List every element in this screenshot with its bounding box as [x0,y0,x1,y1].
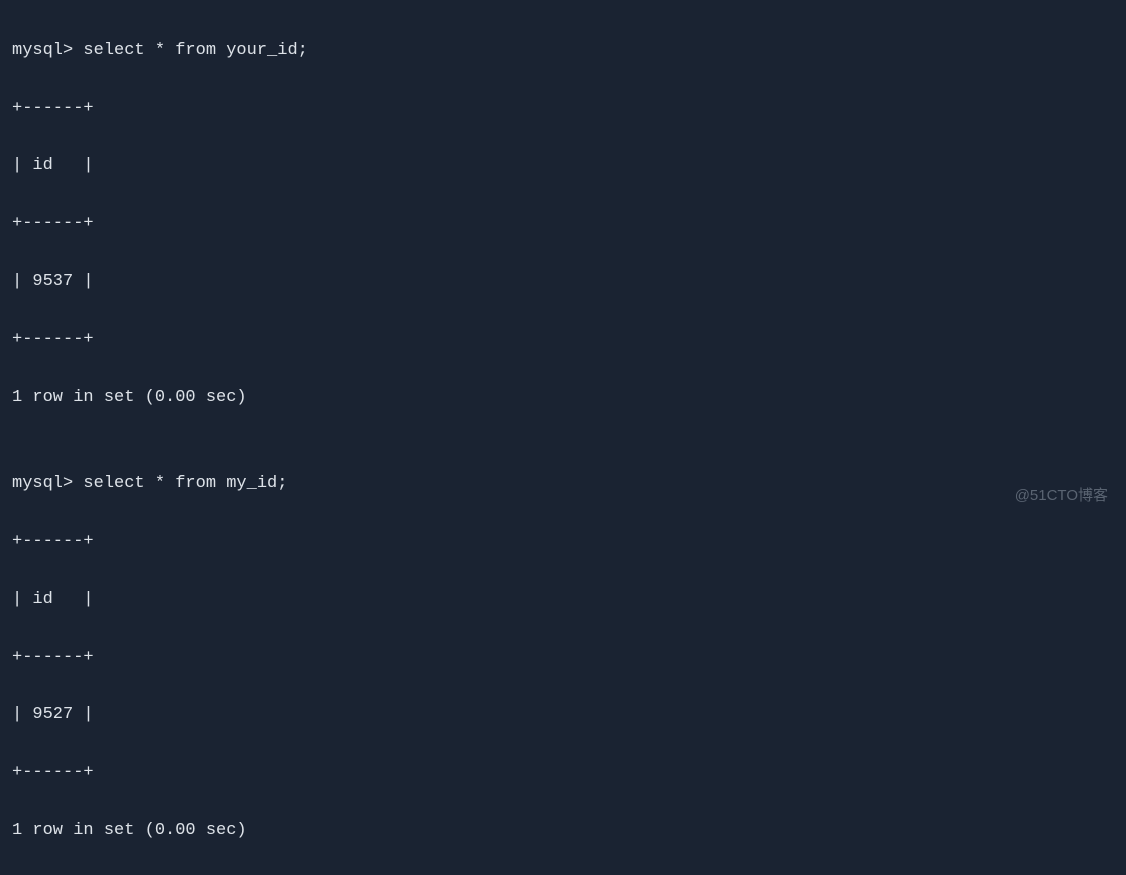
terminal-line: +------+ [12,759,1114,788]
terminal-line: mysql> select * from your_id; [12,37,1114,66]
terminal-line: +------+ [12,644,1114,673]
terminal-line: | id | [12,152,1114,181]
terminal-line: | 9527 | [12,701,1114,730]
terminal-line: | 9537 | [12,268,1114,297]
terminal-output: mysql> select * from your_id; +------+ |… [12,8,1114,875]
terminal-line: 1 row in set (0.00 sec) [12,817,1114,846]
terminal-line: +------+ [12,95,1114,124]
terminal-line: +------+ [12,326,1114,355]
terminal-line: +------+ [12,528,1114,557]
terminal-line: | id | [12,586,1114,615]
terminal-line: +------+ [12,210,1114,239]
terminal-line: 1 row in set (0.00 sec) [12,384,1114,413]
terminal-line: mysql> select * from my_id; [12,470,1114,499]
watermark-text: @51CTO博客 [1015,483,1108,509]
